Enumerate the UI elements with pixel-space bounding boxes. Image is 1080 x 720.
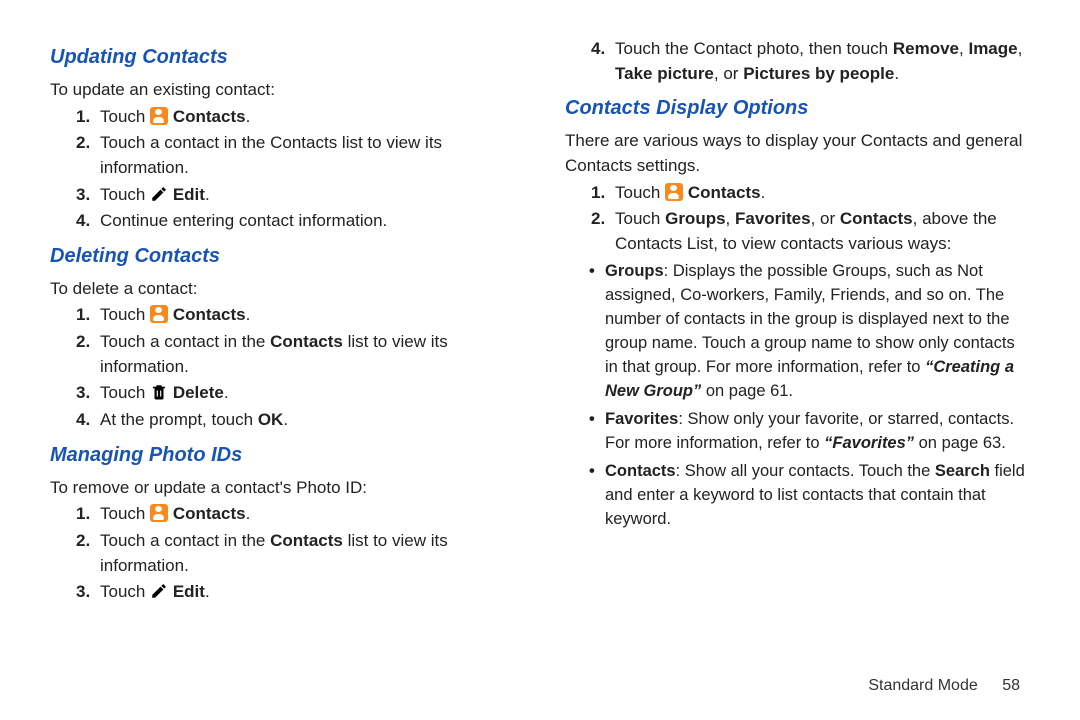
step: 3.Touch Edit. bbox=[76, 580, 515, 605]
step: 4.Continue entering contact information. bbox=[76, 209, 515, 234]
contacts-icon bbox=[150, 504, 168, 522]
step: 2.Touch a contact in the Contacts list t… bbox=[76, 131, 515, 180]
edit-icon bbox=[150, 185, 168, 203]
footer-page: 58 bbox=[1002, 677, 1020, 694]
intro-updating: To update an existing contact: bbox=[50, 78, 515, 103]
bullets-display: Groups: Displays the possible Groups, su… bbox=[565, 260, 1030, 531]
intro-deleting: To delete a contact: bbox=[50, 277, 515, 302]
bullet: Contacts: Show all your contacts. Touch … bbox=[589, 460, 1030, 532]
right-column: 4.Touch the Contact photo, then touch Re… bbox=[565, 35, 1030, 640]
footer-section: Standard Mode bbox=[868, 677, 977, 694]
step: 3.Touch Edit. bbox=[76, 183, 515, 208]
steps-photo: 1.Touch Contacts.2.Touch a contact in th… bbox=[50, 502, 515, 605]
steps-continue: 4.Touch the Contact photo, then touch Re… bbox=[565, 37, 1030, 86]
bullet: Groups: Displays the possible Groups, su… bbox=[589, 260, 1030, 404]
step: 1.Touch Contacts. bbox=[76, 502, 515, 527]
edit-icon bbox=[150, 582, 168, 600]
left-column: Updating Contacts To update an existing … bbox=[50, 35, 515, 640]
intro-photo: To remove or update a contact's Photo ID… bbox=[50, 476, 515, 501]
heading-photo: Managing Photo IDs bbox=[50, 441, 515, 470]
steps-deleting: 1.Touch Contacts.2.Touch a contact in th… bbox=[50, 303, 515, 432]
intro-display: There are various ways to display your C… bbox=[565, 129, 1030, 178]
footer: Standard Mode 58 bbox=[868, 677, 1020, 695]
contacts-icon bbox=[150, 107, 168, 125]
step: 2.Touch Groups, Favorites, or Contacts, … bbox=[591, 207, 1030, 256]
step: 1.Touch Contacts. bbox=[591, 181, 1030, 206]
step: 1.Touch Contacts. bbox=[76, 105, 515, 130]
heading-updating: Updating Contacts bbox=[50, 43, 515, 72]
contacts-icon bbox=[665, 183, 683, 201]
step: 2.Touch a contact in the Contacts list t… bbox=[76, 330, 515, 379]
heading-deleting: Deleting Contacts bbox=[50, 242, 515, 271]
delete-icon bbox=[150, 383, 168, 401]
steps-display: 1.Touch Contacts.2.Touch Groups, Favorit… bbox=[565, 181, 1030, 257]
bullet: Favorites: Show only your favorite, or s… bbox=[589, 408, 1030, 456]
step: 4.Touch the Contact photo, then touch Re… bbox=[591, 37, 1030, 86]
contacts-icon bbox=[150, 305, 168, 323]
step: 2.Touch a contact in the Contacts list t… bbox=[76, 529, 515, 578]
step: 3.Touch Delete. bbox=[76, 381, 515, 406]
step: 4.At the prompt, touch OK. bbox=[76, 408, 515, 433]
heading-display: Contacts Display Options bbox=[565, 94, 1030, 123]
step: 1.Touch Contacts. bbox=[76, 303, 515, 328]
steps-updating: 1.Touch Contacts.2.Touch a contact in th… bbox=[50, 105, 515, 234]
